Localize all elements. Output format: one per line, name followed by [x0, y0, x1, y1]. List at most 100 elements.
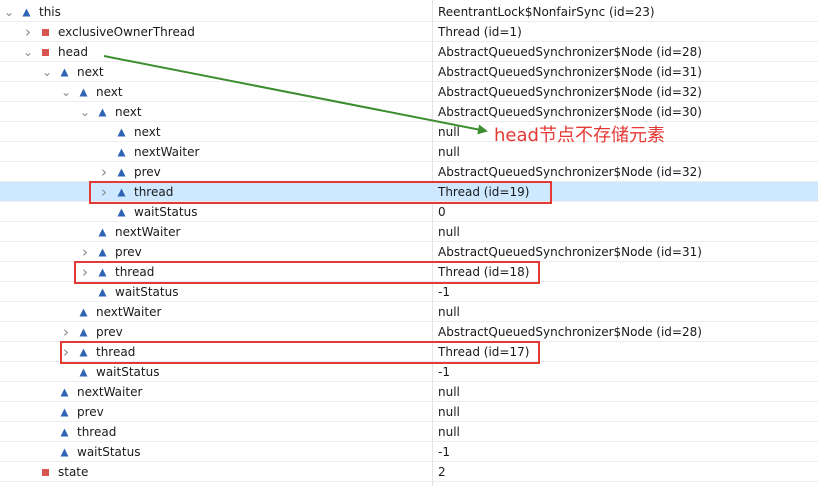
tree-row[interactable]: prev null — [0, 402, 818, 422]
tree-row[interactable]: › exclusiveOwnerThread Thread (id=1) — [0, 22, 818, 42]
variable-name: waitStatus — [134, 205, 198, 219]
variable-value: null — [438, 405, 460, 419]
variable-value: Thread (id=1) — [438, 25, 522, 39]
tree-row[interactable]: nextWaiter null — [0, 222, 818, 242]
variable-name: waitStatus — [115, 285, 179, 299]
tree-row[interactable]: waitStatus -1 — [0, 282, 818, 302]
private-square-icon — [41, 48, 50, 57]
field-triangle-icon — [98, 248, 107, 257]
field-triangle-icon — [117, 168, 126, 177]
variable-name: this — [39, 5, 61, 19]
field-triangle-icon — [22, 8, 31, 17]
variable-value: AbstractQueuedSynchronizer$Node (id=31) — [438, 65, 702, 79]
variable-value: AbstractQueuedSynchronizer$Node (id=32) — [438, 85, 702, 99]
expand-chevron-icon[interactable]: › — [22, 22, 34, 42]
tree-row[interactable]: › prev AbstractQueuedSynchronizer$Node (id… — [0, 242, 818, 262]
variable-value: AbstractQueuedSynchronizer$Node (id=31) — [438, 245, 702, 259]
field-triangle-icon — [79, 308, 88, 317]
field-triangle-icon — [60, 428, 69, 437]
variable-value: null — [438, 145, 460, 159]
variable-name: next — [115, 105, 142, 119]
collapse-chevron-icon[interactable]: ⌄ — [60, 82, 72, 102]
field-triangle-icon — [79, 368, 88, 377]
variable-value: AbstractQueuedSynchronizer$Node (id=28) — [438, 45, 702, 59]
tree-row[interactable]: state 2 — [0, 462, 818, 482]
variable-name: nextWaiter — [134, 145, 200, 159]
tree-row[interactable]: › prev AbstractQueuedSynchronizer$Node (id… — [0, 162, 818, 182]
variables-tree: ⌄ this ReentrantLock$NonfairSync (id=23) › e… — [0, 0, 818, 486]
variable-value: ReentrantLock$NonfairSync (id=23) — [438, 5, 655, 19]
variable-name: nextWaiter — [115, 225, 181, 239]
field-triangle-icon — [98, 108, 107, 117]
tree-row[interactable]: waitStatus 0 — [0, 202, 818, 222]
field-triangle-icon — [79, 88, 88, 97]
collapse-chevron-icon[interactable]: ⌄ — [41, 62, 53, 82]
variable-value: AbstractQueuedSynchronizer$Node (id=30) — [438, 105, 702, 119]
field-triangle-icon — [98, 268, 107, 277]
tree-row[interactable]: ⌄ next AbstractQueuedSynchronizer$Node (id… — [0, 102, 818, 122]
variable-name: prev — [77, 405, 104, 419]
collapse-chevron-icon[interactable]: ⌄ — [79, 102, 91, 122]
variable-name: prev — [115, 245, 142, 259]
tree-row[interactable]: ⌄ this ReentrantLock$NonfairSync (id=23) — [0, 2, 818, 22]
private-square-icon — [41, 468, 50, 477]
expand-chevron-icon[interactable]: › — [98, 182, 110, 202]
variable-name: next — [77, 65, 104, 79]
variable-name: waitStatus — [96, 365, 160, 379]
tree-row[interactable]: › thread Thread (id=19) — [0, 182, 818, 202]
expand-chevron-icon[interactable]: › — [60, 322, 72, 342]
variable-value: null — [438, 125, 460, 139]
variable-value: Thread (id=18) — [438, 265, 530, 279]
tree-row[interactable]: ⌄ next AbstractQueuedSynchronizer$Node (id… — [0, 62, 818, 82]
expand-chevron-icon[interactable]: › — [98, 162, 110, 182]
tree-row[interactable]: thread null — [0, 422, 818, 442]
tree-row[interactable]: next null — [0, 122, 818, 142]
field-triangle-icon — [60, 68, 69, 77]
expand-chevron-icon[interactable]: › — [79, 242, 91, 262]
tree-row[interactable]: nextWaiter null — [0, 142, 818, 162]
field-triangle-icon — [98, 288, 107, 297]
variable-name: exclusiveOwnerThread — [58, 25, 195, 39]
variable-name: head — [58, 45, 88, 59]
variable-name: thread — [96, 345, 136, 359]
tree-row[interactable]: nextWaiter null — [0, 302, 818, 322]
variable-name: thread — [77, 425, 117, 439]
tree-row[interactable]: › prev AbstractQueuedSynchronizer$Node (id… — [0, 322, 818, 342]
field-triangle-icon — [117, 128, 126, 137]
tree-row[interactable]: › thread Thread (id=18) — [0, 262, 818, 282]
tree-row[interactable]: ⌄ head AbstractQueuedSynchronizer$Node (id… — [0, 42, 818, 62]
collapse-chevron-icon[interactable]: ⌄ — [22, 42, 34, 62]
tree-row[interactable]: waitStatus -1 — [0, 362, 818, 382]
field-triangle-icon — [117, 148, 126, 157]
field-triangle-icon — [60, 408, 69, 417]
variable-value: 0 — [438, 205, 446, 219]
variable-name: thread — [134, 185, 174, 199]
field-triangle-icon — [117, 188, 126, 197]
field-triangle-icon — [60, 448, 69, 457]
variable-name: prev — [134, 165, 161, 179]
field-triangle-icon — [98, 228, 107, 237]
tree-row[interactable]: nextWaiter null — [0, 382, 818, 402]
variable-value: -1 — [438, 445, 450, 459]
field-triangle-icon — [79, 328, 88, 337]
tree-row[interactable]: ⌄ next AbstractQueuedSynchronizer$Node (id… — [0, 82, 818, 102]
variable-value: Thread (id=19) — [438, 185, 530, 199]
tree-row[interactable]: waitStatus -1 — [0, 442, 818, 462]
variable-value: null — [438, 305, 460, 319]
field-triangle-icon — [117, 208, 126, 217]
expand-chevron-icon[interactable]: › — [79, 262, 91, 282]
private-square-icon — [41, 28, 50, 37]
variable-value: -1 — [438, 285, 450, 299]
variable-name: next — [134, 125, 161, 139]
variable-name: state — [58, 465, 89, 479]
variable-name: prev — [96, 325, 123, 339]
variable-value: null — [438, 385, 460, 399]
expand-chevron-icon[interactable]: › — [60, 342, 72, 362]
variable-value: null — [438, 225, 460, 239]
collapse-chevron-icon[interactable]: ⌄ — [3, 2, 15, 22]
variable-name: next — [96, 85, 123, 99]
variable-name: nextWaiter — [77, 385, 143, 399]
variable-value: 2 — [438, 465, 446, 479]
variable-value: null — [438, 425, 460, 439]
tree-row[interactable]: › thread Thread (id=17) — [0, 342, 818, 362]
